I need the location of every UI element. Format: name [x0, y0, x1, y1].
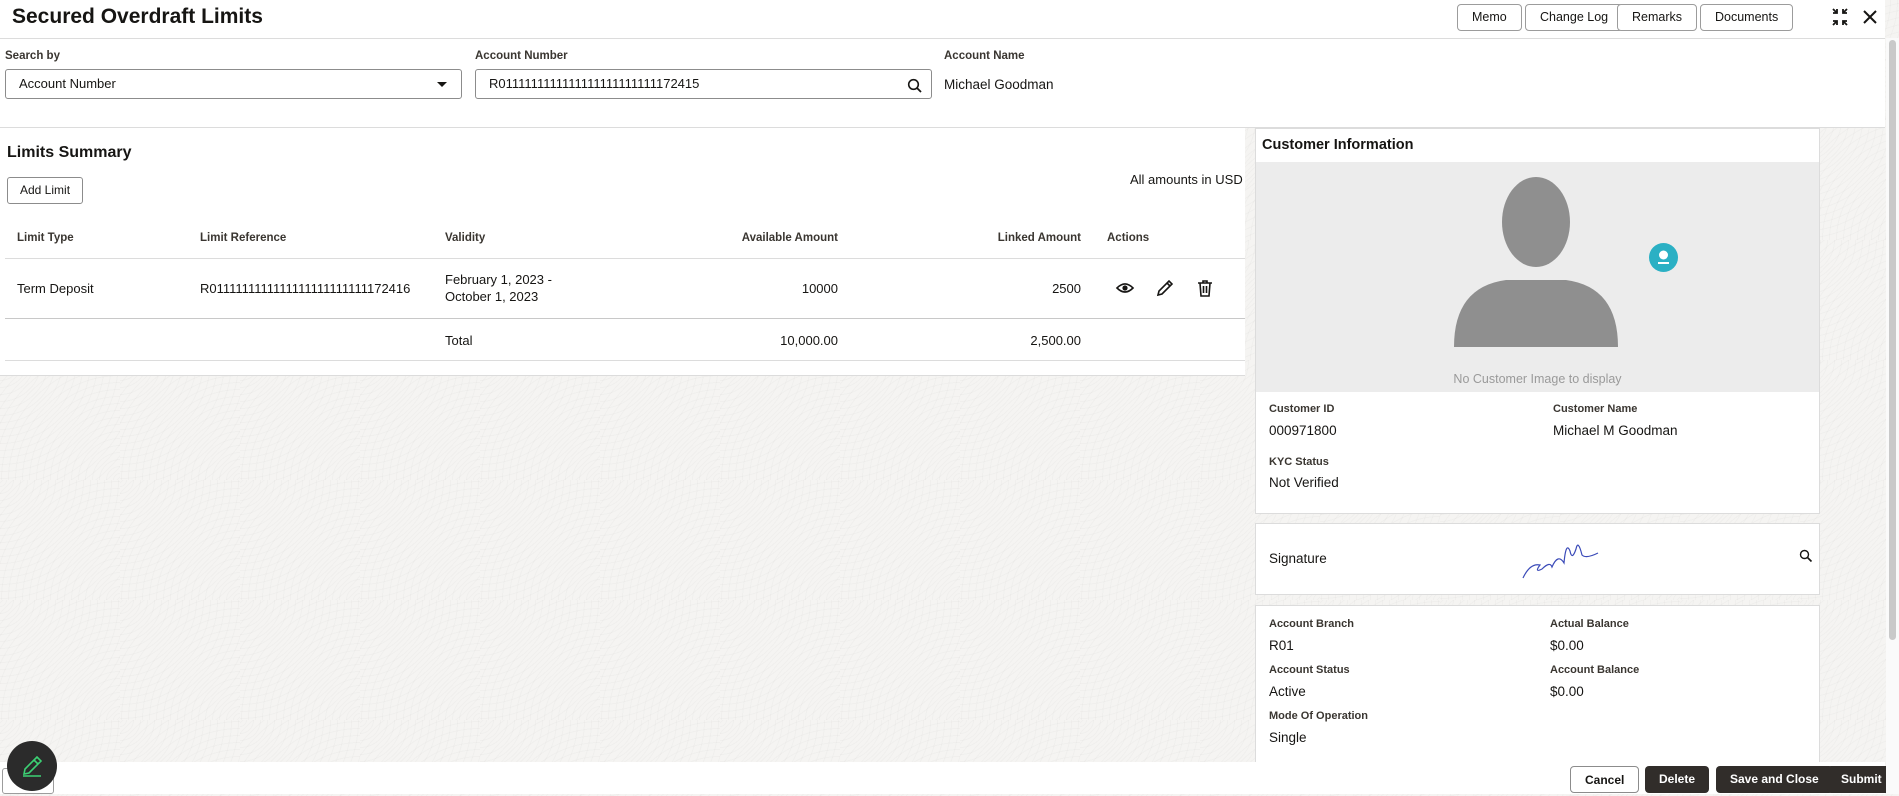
signature-image	[1520, 533, 1605, 588]
limit-type-cell: Term Deposit	[17, 281, 94, 296]
documents-button[interactable]: Documents	[1700, 4, 1794, 31]
divider	[5, 360, 1245, 361]
account-number-input[interactable]: R0111111111111111111111111172415	[475, 69, 932, 99]
total-linked: 2,500.00	[1030, 333, 1081, 348]
view-icon[interactable]	[1115, 278, 1135, 303]
divider	[5, 318, 1245, 319]
account-branch-value: R01	[1269, 638, 1294, 653]
account-status-label: Account Status	[1269, 664, 1350, 676]
mode-of-operation-label: Mode Of Operation	[1269, 710, 1368, 722]
account-branch-label: Account Branch	[1269, 618, 1354, 630]
search-by-label: Search by	[5, 50, 60, 62]
mode-of-operation-value: Single	[1269, 730, 1307, 745]
delete-button[interactable]: Delete	[1645, 766, 1710, 793]
customer-id-label: Customer ID	[1269, 403, 1335, 415]
search-by-value: Account Number	[19, 76, 116, 91]
validity-end-cell: October 1, 2023	[445, 289, 539, 304]
caret-down-icon	[437, 82, 447, 87]
col-limit-type: Limit Type	[17, 232, 74, 244]
col-actions: Actions	[1107, 232, 1150, 244]
delete-icon[interactable]	[1195, 278, 1215, 303]
customer-id-value: 000971800	[1269, 423, 1337, 438]
currency-note: All amounts in USD	[1130, 172, 1243, 187]
customer-photo-area: No Customer Image to display	[1256, 162, 1819, 392]
no-image-text: No Customer Image to display	[1453, 372, 1622, 386]
cancel-button[interactable]: Cancel	[1570, 766, 1640, 793]
col-validity: Validity	[445, 232, 486, 244]
change-log-button[interactable]: Change Log	[1525, 4, 1624, 31]
col-available-amount: Available Amount	[741, 232, 838, 244]
limits-summary-title: Limits Summary	[7, 144, 132, 161]
account-name-value: Michael Goodman	[944, 77, 1054, 92]
edit-fab[interactable]	[7, 741, 57, 791]
save-and-close-button[interactable]: Save and Close	[1716, 766, 1833, 793]
kyc-status-label: KYC Status	[1269, 456, 1329, 468]
account-number-value: R0111111111111111111111111172415	[489, 76, 700, 91]
customer-placeholder-icon	[1454, 177, 1618, 347]
available-amount-cell: 10000	[801, 281, 838, 296]
total-available: 10,000.00	[780, 333, 838, 348]
minimize-icon[interactable]	[1829, 5, 1851, 29]
account-balance-label: Account Balance	[1550, 664, 1640, 676]
col-limit-reference: Limit Reference	[200, 232, 287, 244]
page-header: Secured Overdraft Limits Memo Change Log…	[0, 0, 1885, 39]
search-icon[interactable]	[907, 76, 923, 104]
actual-balance-value: $0.00	[1550, 638, 1584, 653]
validity-start-cell: February 1, 2023 -	[445, 272, 552, 287]
camera-icon[interactable]	[1649, 243, 1678, 272]
account-name-label: Account Name	[944, 50, 1025, 62]
account-balance-value: $0.00	[1550, 684, 1584, 699]
remarks-button[interactable]: Remarks	[1617, 4, 1698, 31]
customer-name-value: Michael M Goodman	[1553, 423, 1678, 438]
scrollbar-thumb[interactable]	[1889, 40, 1896, 640]
close-icon[interactable]	[1859, 5, 1881, 29]
search-icon[interactable]	[1799, 549, 1813, 568]
account-status-value: Active	[1269, 684, 1306, 699]
total-label: Total	[445, 333, 473, 348]
linked-amount-cell: 2500	[1052, 281, 1081, 296]
edit-icon[interactable]	[1155, 278, 1175, 303]
col-linked-amount: Linked Amount	[997, 232, 1081, 244]
account-number-label: Account Number	[475, 50, 568, 62]
pencil-icon	[22, 755, 43, 777]
customer-information-title: Customer Information	[1262, 137, 1414, 153]
search-by-select[interactable]: Account Number	[5, 69, 462, 99]
limit-reference-cell: R0111111111111111111111111172416	[200, 281, 411, 296]
page-title: Secured Overdraft Limits	[12, 5, 263, 28]
memo-button[interactable]: Memo	[1457, 4, 1522, 31]
customer-name-label: Customer Name	[1553, 403, 1638, 415]
kyc-status-value: Not Verified	[1269, 475, 1339, 490]
actual-balance-label: Actual Balance	[1550, 618, 1629, 630]
signature-label: Signature	[1269, 551, 1327, 566]
add-limit-button[interactable]: Add Limit	[7, 177, 84, 204]
divider	[5, 258, 1245, 259]
